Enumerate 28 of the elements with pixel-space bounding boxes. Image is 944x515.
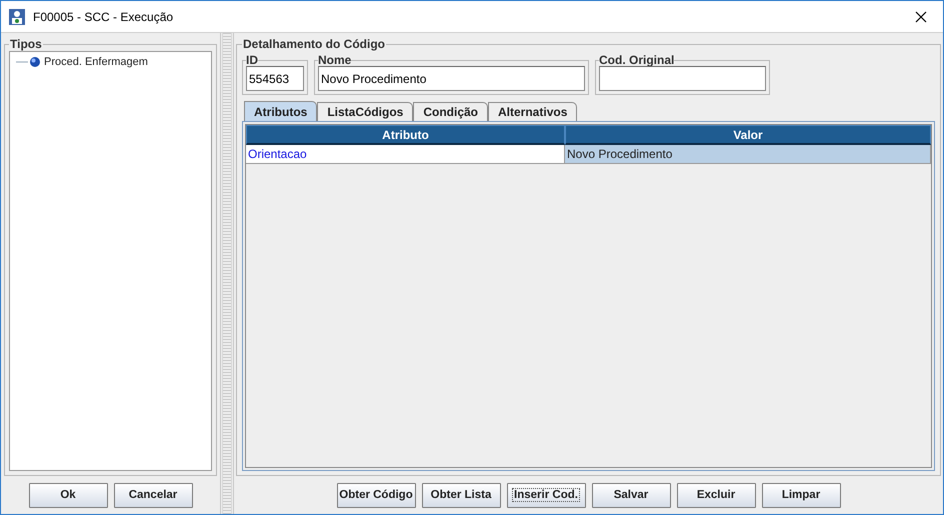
close-icon[interactable] (915, 10, 927, 22)
node-icon (16, 56, 42, 68)
text-field[interactable]: Novo Procedimento (318, 66, 585, 91)
app-icon (9, 8, 25, 24)
action-button[interactable]: Excluir (676, 483, 756, 508)
table-cell: Orientacao (246, 145, 565, 164)
tab[interactable]: Condição (413, 102, 488, 121)
tab[interactable]: Atributos (244, 101, 318, 121)
action-button[interactable]: Inserir Cod. (506, 483, 586, 508)
field-label: ID (246, 52, 258, 69)
column-header[interactable]: Atributo (246, 125, 565, 145)
text-field[interactable]: 554563 (246, 66, 304, 91)
action-button[interactable]: Ok (28, 483, 108, 508)
panel-title: Tipos (9, 36, 43, 53)
action-button[interactable]: Obter Código (336, 483, 416, 508)
table-cell: Novo Procedimento (565, 145, 931, 164)
action-button[interactable]: Limpar (762, 483, 840, 508)
field-label: Nome (318, 52, 352, 69)
action-button[interactable]: Obter Lista (422, 483, 500, 508)
panel-title: Detalhamento do Código (242, 36, 386, 53)
tab[interactable]: ListaCódigos (317, 102, 414, 121)
action-button[interactable]: Cancelar (114, 483, 192, 508)
column-header[interactable]: Valor (565, 125, 931, 145)
action-button[interactable]: Salvar (592, 483, 670, 508)
tab[interactable]: Alternativos (488, 102, 578, 121)
window-title: F00005 - SCC - Execução (33, 8, 174, 26)
tree-item[interactable]: Proced. Enfermagem (44, 54, 148, 70)
field-label: Cod. Original (599, 52, 674, 69)
